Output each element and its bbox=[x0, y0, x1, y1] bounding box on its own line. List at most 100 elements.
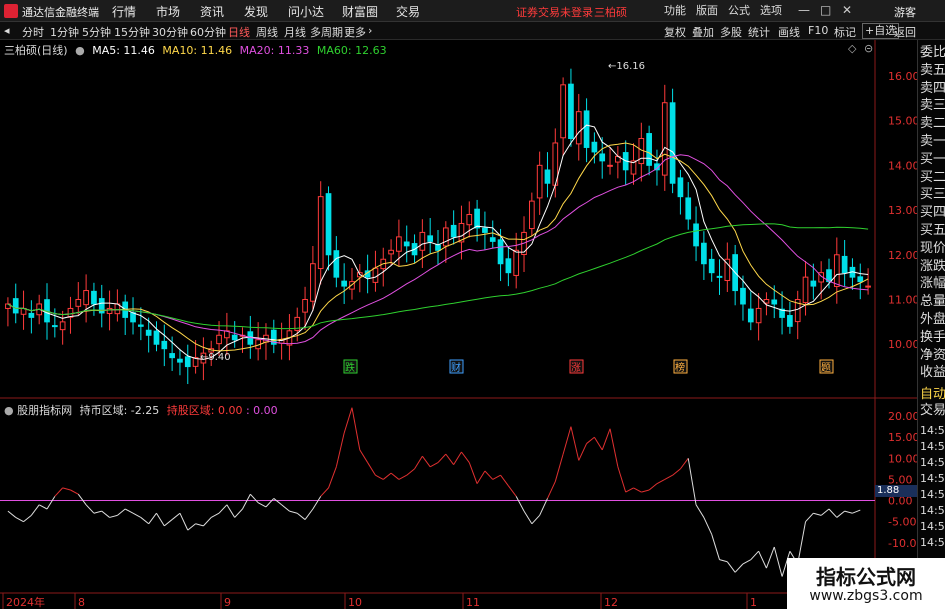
indicator-segment bbox=[421, 455, 431, 468]
indicator-segment bbox=[234, 508, 243, 518]
candle bbox=[755, 307, 762, 324]
kline-chart[interactable]: 16.00 15.00 14.00 13.00 12.00 11.00 10.00 20.0… bbox=[0, 40, 917, 609]
settings-dot-icon[interactable]: ● bbox=[4, 404, 14, 417]
candle bbox=[450, 224, 457, 238]
indicator-segment bbox=[109, 514, 118, 518]
indicator-segment bbox=[367, 462, 376, 476]
tf-more[interactable]: 更多 bbox=[344, 24, 366, 40]
trade-time: 14:56 bbox=[920, 472, 945, 485]
indicator-segment bbox=[680, 458, 689, 470]
tf-5min[interactable]: 5分钟 bbox=[82, 24, 111, 40]
indicator-segment bbox=[62, 487, 71, 491]
btn-overlay[interactable]: 叠加 bbox=[692, 24, 714, 39]
side-field-label: 换手 bbox=[920, 329, 945, 345]
side-tab-auto[interactable]: 自动 bbox=[920, 388, 945, 402]
date-tick-label: 2024年 bbox=[6, 595, 45, 609]
menu-trade[interactable]: 交易 bbox=[396, 3, 420, 20]
candle bbox=[740, 287, 746, 305]
indicator-name[interactable]: 股朋指标网 bbox=[17, 404, 72, 417]
candle bbox=[83, 290, 89, 306]
candle bbox=[106, 307, 113, 314]
indicator-segment bbox=[46, 496, 56, 510]
indicator-segment bbox=[765, 546, 775, 569]
btn-back[interactable]: 返回 bbox=[894, 24, 916, 39]
indicator-segment bbox=[586, 436, 595, 444]
menu-wealth[interactable]: 财富圈 bbox=[342, 3, 378, 20]
nav-back-icon[interactable]: ◂ bbox=[4, 24, 10, 37]
tf-daily[interactable]: 日线 bbox=[228, 24, 250, 40]
menu-news[interactable]: 资讯 bbox=[200, 3, 224, 20]
indicator-segment bbox=[625, 487, 634, 493]
chevron-right-icon[interactable]: › bbox=[368, 24, 372, 37]
indicator-segment bbox=[773, 546, 783, 577]
indicator-segment bbox=[171, 512, 181, 520]
high-price-label: ←16.16 bbox=[608, 61, 645, 72]
btn-stats[interactable]: 统计 bbox=[748, 24, 770, 39]
indicator-segment bbox=[70, 489, 79, 495]
tf-30min[interactable]: 30分钟 bbox=[152, 24, 188, 40]
tool-options[interactable]: 选项 bbox=[760, 2, 782, 18]
indicator-segment bbox=[484, 470, 494, 480]
side-tab-trade[interactable]: 交易 bbox=[920, 404, 945, 418]
indicator-segment bbox=[578, 443, 588, 461]
minimize-icon[interactable]: — bbox=[798, 3, 810, 17]
tf-15min[interactable]: 15分钟 bbox=[114, 24, 150, 40]
indicator-segment bbox=[15, 517, 24, 523]
indicator-segment bbox=[695, 504, 705, 518]
menu-market[interactable]: 市场 bbox=[156, 3, 180, 20]
side-field-label: 卖二 bbox=[920, 116, 945, 132]
indicator-segment bbox=[687, 458, 697, 505]
btn-f10[interactable]: F10 bbox=[808, 24, 828, 38]
candle bbox=[153, 330, 160, 345]
indicator-segment bbox=[328, 466, 337, 489]
indicator-segment bbox=[844, 510, 853, 514]
guest-user[interactable]: 游客 bbox=[894, 4, 916, 20]
btn-adjust[interactable]: 复权 bbox=[664, 24, 686, 39]
candle bbox=[388, 249, 394, 255]
menu-quotes[interactable]: 行情 bbox=[112, 3, 136, 20]
collapse-icon[interactable]: ⊝ bbox=[864, 42, 873, 55]
indicator-segment bbox=[281, 504, 290, 512]
tf-multi[interactable]: 多周期 bbox=[310, 24, 343, 40]
candle bbox=[591, 141, 598, 153]
candle bbox=[857, 276, 864, 283]
menu-ask[interactable]: 问小达 bbox=[288, 3, 324, 20]
tf-monthly[interactable]: 月线 bbox=[284, 24, 306, 40]
btn-multi-stock[interactable]: 多股 bbox=[720, 24, 742, 39]
indicator-segment bbox=[531, 514, 541, 525]
tf-60min[interactable]: 60分钟 bbox=[190, 24, 226, 40]
candle bbox=[568, 83, 574, 139]
candle bbox=[771, 299, 778, 305]
quote-side-panel: 委比 卖五 卖四 卖三 卖二 卖一 买一 买二 买三 买四 买五 现价 涨跌 涨幅 总量 外盘 换手 净资 收益 自动… bbox=[917, 40, 945, 609]
tf-weekly[interactable]: 周线 bbox=[256, 24, 278, 40]
side-field-label: 卖四 bbox=[920, 80, 945, 96]
candle bbox=[12, 298, 19, 314]
tool-function[interactable]: 功能 bbox=[664, 2, 686, 18]
indicator-segment bbox=[187, 523, 196, 531]
indicator-segment bbox=[672, 468, 681, 476]
indicator-segment bbox=[398, 474, 407, 480]
maximize-icon[interactable]: □ bbox=[820, 3, 831, 17]
trade-login-alert[interactable]: 证券交易未登录 bbox=[516, 4, 593, 20]
settings-dot-icon[interactable]: ● bbox=[75, 44, 85, 57]
side-field-label: 收益 bbox=[920, 365, 945, 381]
indicator-segment bbox=[218, 504, 228, 514]
menu-discover[interactable]: 发现 bbox=[244, 3, 268, 20]
candle bbox=[333, 250, 340, 278]
btn-mark[interactable]: 标记 bbox=[834, 24, 856, 39]
tool-formula[interactable]: 公式 bbox=[728, 2, 750, 18]
candle bbox=[216, 334, 222, 345]
candle bbox=[646, 133, 652, 166]
indicator-tick-label: 15.00 bbox=[888, 431, 917, 444]
close-icon[interactable]: ✕ bbox=[842, 3, 852, 17]
tf-1min[interactable]: 1分钟 bbox=[50, 24, 79, 40]
candle bbox=[841, 255, 848, 274]
indicator-legend: ● 股朋指标网 持币区域: -2.25 持股区域: 0.00 : 0.00 bbox=[4, 402, 278, 418]
diamond-icon[interactable]: ◇ bbox=[848, 42, 856, 55]
candle bbox=[482, 227, 488, 233]
ma60-legend: MA60: 12.63 bbox=[316, 44, 387, 57]
tool-layout[interactable]: 版面 bbox=[696, 2, 718, 18]
candle bbox=[685, 197, 692, 220]
tf-intraday[interactable]: 分时 bbox=[22, 24, 44, 40]
btn-draw[interactable]: 画线 bbox=[778, 24, 800, 39]
